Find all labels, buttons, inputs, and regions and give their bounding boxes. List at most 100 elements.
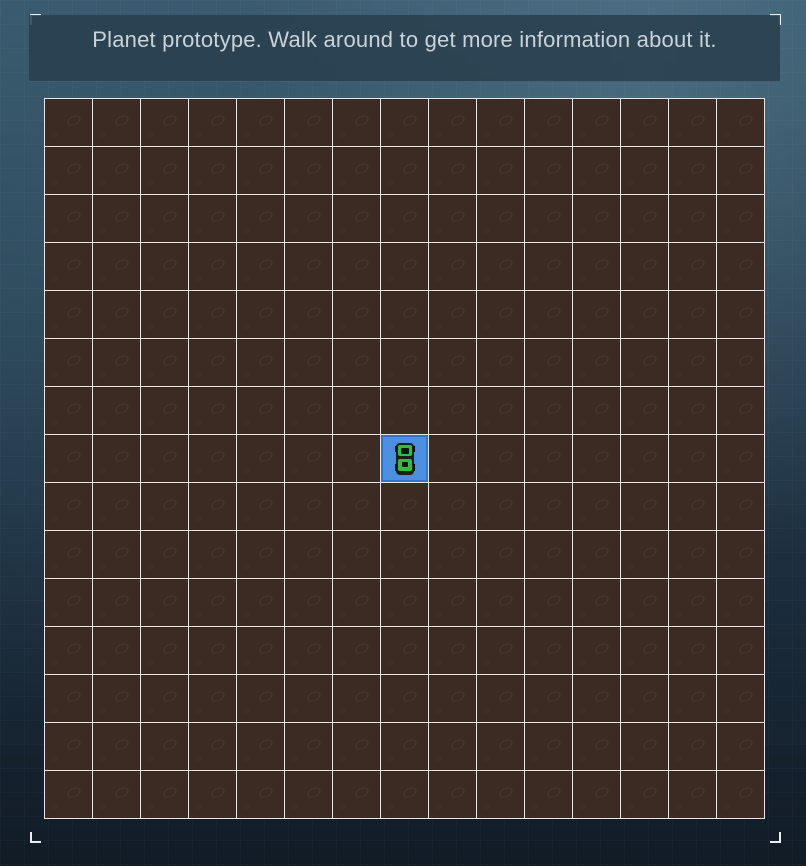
grid-tile[interactable] [237, 723, 284, 770]
grid-tile[interactable] [621, 483, 668, 530]
grid-tile[interactable] [381, 99, 428, 146]
grid-tile[interactable] [717, 723, 764, 770]
grid-tile[interactable] [189, 435, 236, 482]
grid-tile[interactable] [573, 675, 620, 722]
grid-tile[interactable] [93, 99, 140, 146]
grid-tile[interactable] [93, 435, 140, 482]
grid-tile[interactable] [669, 771, 716, 818]
grid-tile[interactable] [525, 243, 572, 290]
grid-tile[interactable] [525, 387, 572, 434]
grid-tile[interactable] [237, 675, 284, 722]
grid-tile[interactable] [429, 435, 476, 482]
grid-tile[interactable] [285, 195, 332, 242]
grid-tile[interactable] [285, 243, 332, 290]
grid-tile[interactable] [669, 723, 716, 770]
grid-tile[interactable] [45, 483, 92, 530]
grid-tile[interactable] [285, 627, 332, 674]
grid-tile[interactable] [333, 483, 380, 530]
grid-tile[interactable] [717, 339, 764, 386]
grid-tile[interactable] [669, 435, 716, 482]
grid-tile[interactable] [45, 147, 92, 194]
grid-tile[interactable] [717, 387, 764, 434]
grid-tile[interactable] [669, 579, 716, 626]
grid-tile[interactable] [717, 579, 764, 626]
grid-tile[interactable] [621, 243, 668, 290]
grid-tile[interactable] [285, 771, 332, 818]
grid-tile[interactable] [669, 339, 716, 386]
grid-tile[interactable] [189, 291, 236, 338]
grid-tile[interactable] [717, 483, 764, 530]
grid-tile[interactable] [237, 531, 284, 578]
grid-tile[interactable] [717, 771, 764, 818]
grid-tile[interactable] [45, 195, 92, 242]
grid-tile[interactable] [93, 627, 140, 674]
grid-tile[interactable] [237, 195, 284, 242]
grid-tile[interactable] [141, 723, 188, 770]
grid-tile[interactable] [333, 243, 380, 290]
grid-tile[interactable] [477, 387, 524, 434]
grid-tile[interactable] [573, 387, 620, 434]
grid-tile[interactable] [45, 771, 92, 818]
grid-tile[interactable] [573, 531, 620, 578]
grid-tile[interactable] [381, 291, 428, 338]
grid-tile[interactable] [381, 243, 428, 290]
grid-tile[interactable] [477, 531, 524, 578]
grid-tile[interactable] [669, 147, 716, 194]
grid-tile[interactable] [525, 675, 572, 722]
grid-tile[interactable] [333, 579, 380, 626]
grid-tile[interactable] [285, 531, 332, 578]
grid-tile[interactable] [525, 531, 572, 578]
grid-tile[interactable] [45, 99, 92, 146]
grid-tile[interactable] [477, 147, 524, 194]
grid-tile[interactable] [93, 387, 140, 434]
grid-tile[interactable] [573, 483, 620, 530]
grid-tile[interactable] [381, 147, 428, 194]
grid-tile[interactable] [189, 99, 236, 146]
grid-tile[interactable] [429, 483, 476, 530]
grid-tile[interactable] [717, 627, 764, 674]
grid-tile[interactable] [477, 723, 524, 770]
grid-tile[interactable] [477, 243, 524, 290]
grid-tile[interactable] [429, 627, 476, 674]
grid-tile[interactable] [189, 387, 236, 434]
grid-tile[interactable] [621, 99, 668, 146]
grid-tile[interactable] [429, 147, 476, 194]
grid-tile[interactable] [285, 723, 332, 770]
grid-tile[interactable] [45, 339, 92, 386]
grid-tile[interactable] [141, 627, 188, 674]
grid-tile[interactable] [141, 483, 188, 530]
grid-tile[interactable] [525, 339, 572, 386]
grid-tile[interactable] [45, 243, 92, 290]
grid-tile[interactable] [525, 723, 572, 770]
grid-tile[interactable] [381, 387, 428, 434]
grid-tile[interactable] [477, 195, 524, 242]
grid-tile[interactable] [669, 99, 716, 146]
grid-tile[interactable] [621, 723, 668, 770]
grid-tile[interactable] [477, 435, 524, 482]
grid-tile[interactable] [381, 723, 428, 770]
grid-tile[interactable] [477, 291, 524, 338]
grid-tile[interactable] [45, 579, 92, 626]
grid-tile[interactable] [621, 195, 668, 242]
grid-tile[interactable] [381, 579, 428, 626]
grid-tile[interactable] [573, 243, 620, 290]
grid-tile[interactable] [621, 339, 668, 386]
grid-tile[interactable] [429, 243, 476, 290]
grid-tile[interactable] [93, 195, 140, 242]
grid-tile[interactable] [333, 675, 380, 722]
grid-tile[interactable] [573, 99, 620, 146]
grid-tile[interactable] [189, 339, 236, 386]
grid-tile[interactable] [573, 195, 620, 242]
rover-icon[interactable] [394, 440, 415, 478]
grid-tile[interactable] [381, 771, 428, 818]
grid-tile[interactable] [237, 387, 284, 434]
grid-tile[interactable] [621, 147, 668, 194]
grid-tile[interactable] [621, 627, 668, 674]
grid-tile[interactable] [45, 531, 92, 578]
grid-tile[interactable] [669, 243, 716, 290]
grid-tile[interactable] [477, 579, 524, 626]
grid-tile[interactable] [45, 435, 92, 482]
grid-tile[interactable] [525, 771, 572, 818]
grid-tile[interactable] [717, 147, 764, 194]
grid-tile[interactable] [477, 627, 524, 674]
